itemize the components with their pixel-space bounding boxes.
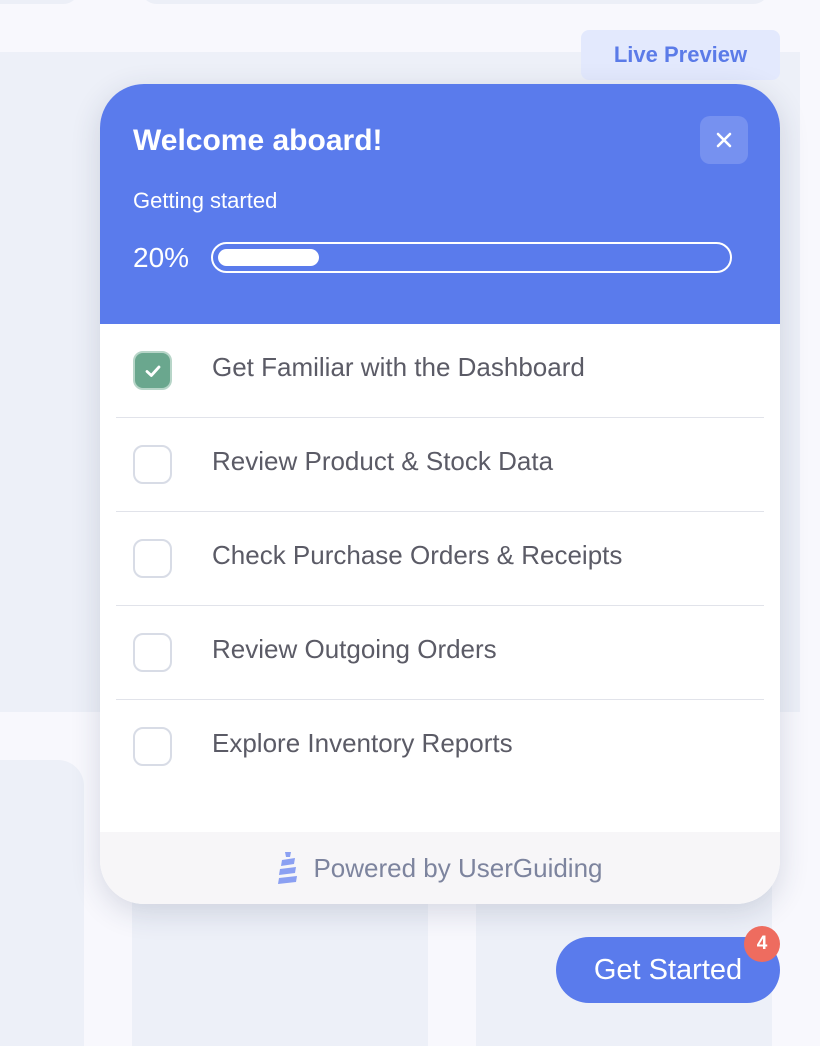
task-list: Get Familiar with the Dashboard Review P…	[100, 324, 780, 794]
close-icon	[716, 132, 732, 148]
task-label: Review Outgoing Orders	[212, 634, 497, 664]
notification-badge: 4	[744, 926, 780, 962]
task-checkbox[interactable]	[133, 633, 172, 672]
close-button[interactable]	[700, 116, 748, 164]
powered-by-text: Powered by UserGuiding	[313, 852, 603, 883]
task-item[interactable]: Review Product & Stock Data	[116, 418, 764, 512]
background-search-bar	[140, 0, 770, 4]
checklist-header: Welcome aboard! Getting started 20%	[100, 84, 780, 324]
background-card	[132, 880, 428, 1046]
progress-percentage: 20%	[133, 242, 190, 273]
task-checkbox[interactable]	[133, 351, 172, 390]
checklist-widget: Welcome aboard! Getting started 20% Get …	[100, 84, 780, 904]
task-label: Check Purchase Orders & Receipts	[212, 540, 623, 570]
task-label: Get Familiar with the Dashboard	[212, 352, 585, 382]
task-checkbox[interactable]	[133, 727, 172, 766]
powered-by-footer[interactable]: Powered by UserGuiding	[100, 832, 780, 904]
background-card	[0, 760, 84, 1046]
task-item[interactable]: Get Familiar with the Dashboard	[116, 324, 764, 418]
task-label: Review Product & Stock Data	[212, 446, 554, 476]
check-icon	[145, 365, 160, 377]
live-preview-button[interactable]: Live Preview	[581, 30, 780, 80]
background-placeholder	[0, 0, 80, 4]
task-item[interactable]: Review Outgoing Orders	[116, 606, 764, 700]
checklist-subtitle: Getting started	[133, 188, 278, 213]
progress-bar-fill	[218, 249, 320, 266]
task-checkbox[interactable]	[133, 445, 172, 484]
checklist-title: Welcome aboard!	[133, 124, 383, 157]
task-item[interactable]: Check Purchase Orders & Receipts	[116, 512, 764, 606]
task-checkbox[interactable]	[133, 539, 172, 578]
task-item[interactable]: Explore Inventory Reports	[116, 700, 764, 794]
progress-bar	[211, 242, 732, 273]
task-label: Explore Inventory Reports	[212, 728, 513, 758]
userguiding-logo-icon	[278, 852, 298, 884]
